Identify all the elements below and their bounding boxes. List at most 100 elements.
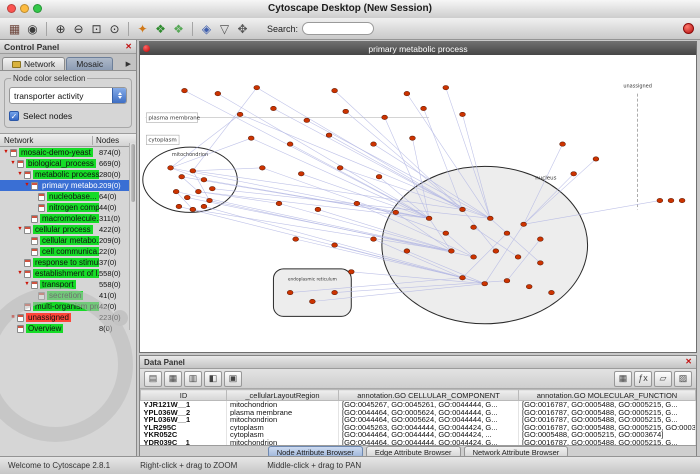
network-node[interactable] — [248, 136, 254, 140]
network-node[interactable] — [182, 88, 188, 92]
network-node[interactable] — [332, 290, 338, 294]
network-node[interactable] — [668, 198, 674, 202]
vizmapper-icon[interactable]: ◈ — [198, 20, 215, 37]
network-node[interactable] — [184, 195, 190, 199]
network-edge[interactable] — [346, 111, 463, 209]
network-node[interactable] — [195, 189, 201, 193]
network-node[interactable] — [460, 112, 466, 116]
tree-item[interactable]: ▼primary metabo...209(0) — [0, 180, 136, 191]
annotation-icon[interactable]: ✦ — [134, 20, 151, 37]
network-node[interactable] — [393, 210, 399, 214]
grid-icon[interactable]: ▦ — [614, 371, 632, 387]
expand-arrow-icon[interactable]: ▼ — [16, 227, 24, 233]
tree-item[interactable]: ▼cellular process422(0) — [0, 224, 136, 235]
new-attribute-icon[interactable]: ▦ — [164, 371, 182, 387]
network-node[interactable] — [209, 186, 215, 190]
network-node[interactable] — [521, 222, 527, 226]
network-node[interactable] — [315, 207, 321, 211]
network-graph[interactable]: plasma membranecytoplasmmitochondrionnuc… — [140, 55, 696, 352]
network-node[interactable] — [332, 243, 338, 247]
snapshot-icon[interactable]: ◉ — [24, 20, 41, 37]
select-nodes-checkbox[interactable]: ✓ — [9, 111, 19, 121]
network-node[interactable] — [404, 249, 410, 253]
close-button[interactable] — [7, 4, 16, 13]
network-node[interactable] — [537, 237, 543, 241]
minimize-button[interactable] — [20, 4, 29, 13]
select-all-icon[interactable]: ◧ — [204, 371, 222, 387]
notification-badge-icon[interactable] — [683, 23, 694, 34]
network-node[interactable] — [293, 237, 299, 241]
expand-arrow-icon[interactable]: ▼ — [16, 271, 24, 277]
network-node[interactable] — [287, 142, 293, 146]
table-row[interactable]: YPL036W__1mitochondrion[GO:0044464, GO:0… — [141, 416, 696, 424]
network-node[interactable] — [173, 189, 179, 193]
tree-item[interactable]: nucleobase...64(0) — [0, 191, 136, 202]
network-node[interactable] — [298, 172, 304, 176]
network-node[interactable] — [190, 169, 196, 173]
network-node[interactable] — [460, 207, 466, 211]
network-edge[interactable] — [251, 138, 429, 218]
network-node[interactable] — [326, 133, 332, 137]
network-node[interactable] — [304, 118, 310, 122]
expand-arrow-icon[interactable]: ▼ — [9, 161, 17, 167]
tree-item[interactable]: nitrogen compo...44(0) — [0, 202, 136, 213]
network-node[interactable] — [309, 299, 315, 303]
expand-arrow-icon[interactable]: ▼ — [2, 150, 10, 156]
open-folder-icon[interactable]: ▱ — [654, 371, 672, 387]
tree-item[interactable]: ▼mosaic-demo-yeast874(0) — [0, 147, 136, 158]
console-icon[interactable]: ▦ — [6, 20, 23, 37]
network-node[interactable] — [371, 142, 377, 146]
tree-item[interactable]: ▼establishment of l...558(0) — [0, 268, 136, 279]
tab-mosaic[interactable]: Mosaic — [66, 57, 113, 70]
network-node[interactable] — [254, 85, 260, 89]
tree-item[interactable]: ▼metabolic process280(0) — [0, 169, 136, 180]
tree-item[interactable]: response to stimul...37(0) — [0, 257, 136, 268]
column-header[interactable]: annotation.GO CELLULAR_COMPONENT — [339, 390, 519, 401]
network-edge[interactable] — [257, 88, 463, 210]
network-node[interactable] — [271, 106, 277, 110]
network-node[interactable] — [487, 216, 493, 220]
network-node[interactable] — [176, 204, 182, 208]
delete-attribute-icon[interactable]: ▥ — [184, 371, 202, 387]
network-node[interactable] — [471, 255, 477, 259]
network-node[interactable] — [471, 225, 477, 229]
network-node[interactable] — [426, 216, 432, 220]
network-node[interactable] — [343, 109, 349, 113]
expand-arrow-icon[interactable]: ▼ — [16, 172, 24, 178]
tree-item[interactable]: ▼biological_process669(0) — [0, 158, 136, 169]
color-attribute-dropdown[interactable]: transporter activity — [9, 87, 127, 104]
network-node[interactable] — [560, 142, 566, 146]
zoom-out-icon[interactable]: ⊖ — [70, 20, 87, 37]
network-node[interactable] — [571, 172, 577, 176]
network-node[interactable] — [190, 207, 196, 211]
zoom-button[interactable] — [33, 4, 42, 13]
network-node[interactable] — [354, 201, 360, 205]
network-node[interactable] — [382, 115, 388, 119]
network-node[interactable] — [679, 198, 685, 202]
expand-arrow-icon[interactable]: ▼ — [23, 183, 31, 189]
layout-icon[interactable]: ✥ — [234, 20, 251, 37]
network-node[interactable] — [493, 249, 499, 253]
network-node[interactable] — [443, 231, 449, 235]
network-overview-icon[interactable]: ❖ — [152, 20, 169, 37]
network-node[interactable] — [201, 204, 207, 208]
network-node[interactable] — [421, 106, 427, 110]
network-node[interactable] — [410, 136, 416, 140]
network-node[interactable] — [482, 281, 488, 285]
network-node[interactable] — [448, 249, 454, 253]
network-node[interactable] — [404, 91, 410, 95]
network-node[interactable] — [237, 112, 243, 116]
column-header[interactable]: ID — [141, 390, 227, 401]
tree-item[interactable]: cell communica...22(0) — [0, 246, 136, 257]
scrollbar-thumb[interactable] — [131, 144, 135, 202]
network-canvas[interactable]: plasma membranecytoplasmmitochondrionnuc… — [140, 55, 696, 352]
network-node[interactable] — [504, 231, 510, 235]
map-attributes-icon[interactable]: ▨ — [674, 371, 692, 387]
network-node[interactable] — [515, 255, 521, 259]
expand-arrow-icon[interactable]: ▼ — [23, 282, 31, 288]
tab-overflow-arrow-icon[interactable]: ▶ — [126, 60, 134, 70]
tab-network[interactable]: Network — [2, 57, 65, 70]
network-node[interactable] — [207, 198, 213, 202]
network-node[interactable] — [443, 85, 449, 89]
select-attributes-icon[interactable]: ▤ — [144, 371, 162, 387]
